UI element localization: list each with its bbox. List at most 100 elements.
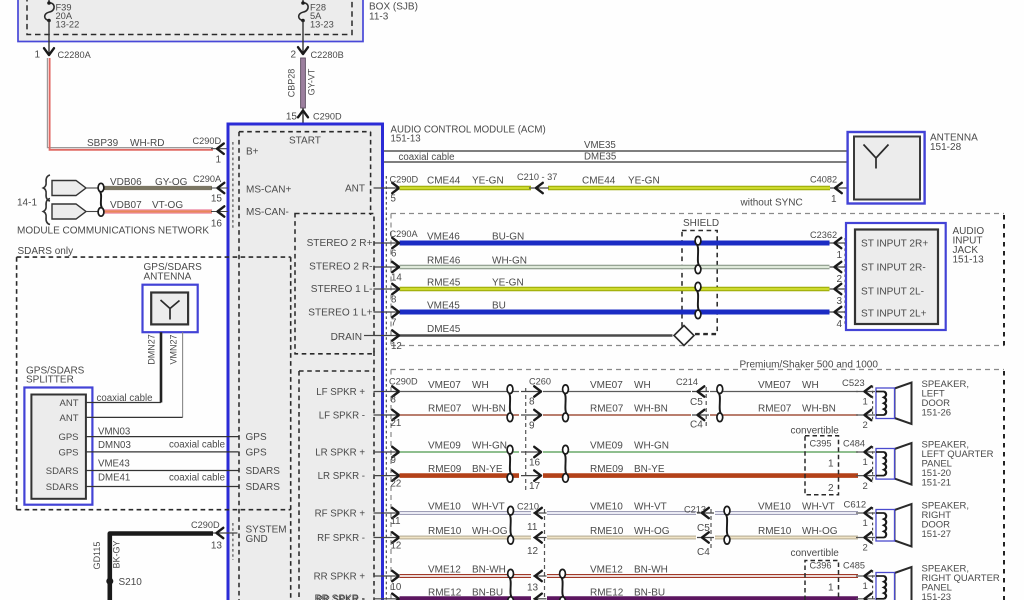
svg-text:VME12: VME12 <box>428 565 461 576</box>
svg-text:12: 12 <box>391 341 402 352</box>
svg-text:12: 12 <box>527 546 539 557</box>
svg-text:RR SPKR -: RR SPKR - <box>314 594 365 600</box>
svg-text:BK-GY: BK-GY <box>112 540 122 568</box>
svg-text:GND: GND <box>246 534 268 545</box>
svg-text:C290A: C290A <box>193 174 222 184</box>
svg-text:1: 1 <box>863 397 868 408</box>
svg-text:11: 11 <box>527 522 538 533</box>
svg-text:C290D: C290D <box>193 136 222 146</box>
svg-text:SDARS: SDARS <box>46 482 79 493</box>
svg-text:151-27: 151-27 <box>922 529 952 540</box>
svg-text:RME07: RME07 <box>590 404 624 415</box>
svg-text:coaxial cable: coaxial cable <box>399 152 455 163</box>
svg-text:C612: C612 <box>844 499 867 510</box>
svg-text:YE-GN: YE-GN <box>472 176 504 187</box>
svg-text:BN-WH: BN-WH <box>472 565 506 576</box>
svg-text:ST INPUT 2R-: ST INPUT 2R- <box>861 263 926 274</box>
svg-text:LF SPKR +: LF SPKR + <box>316 387 365 398</box>
svg-text:coaxial cable: coaxial cable <box>169 440 225 451</box>
svg-text:RME12: RME12 <box>590 587 624 598</box>
svg-text:SDARS: SDARS <box>246 466 281 477</box>
svg-text:151-26: 151-26 <box>922 407 952 418</box>
svg-text:151-13: 151-13 <box>391 133 421 144</box>
svg-text:16: 16 <box>529 458 541 469</box>
svg-text:RME09: RME09 <box>590 464 624 475</box>
svg-text:RME10: RME10 <box>758 526 792 537</box>
svg-text:BN-YE: BN-YE <box>634 464 665 475</box>
svg-text:C5: C5 <box>690 397 703 408</box>
svg-text:21: 21 <box>391 418 402 429</box>
svg-text:11-3: 11-3 <box>369 12 389 23</box>
svg-text:C210 - 37: C210 - 37 <box>517 172 557 182</box>
svg-text:MS-CAN+: MS-CAN+ <box>246 185 291 196</box>
svg-text:WH: WH <box>472 380 489 391</box>
svg-text:without SYNC: without SYNC <box>740 198 803 209</box>
svg-text:2: 2 <box>863 420 868 431</box>
svg-text:coaxial cable: coaxial cable <box>97 393 153 404</box>
svg-text:ST INPUT 2L+: ST INPUT 2L+ <box>861 309 927 320</box>
svg-text:RME10: RME10 <box>428 526 462 537</box>
svg-text:LR SPKR +: LR SPKR + <box>315 448 365 459</box>
svg-text:WH: WH <box>802 380 819 391</box>
svg-text:VME10: VME10 <box>590 502 623 513</box>
svg-text:C4: C4 <box>690 420 703 431</box>
svg-text:C290A: C290A <box>390 229 419 239</box>
svg-text:GPS: GPS <box>246 447 267 458</box>
svg-text:DRAIN: DRAIN <box>331 332 362 343</box>
svg-text:12: 12 <box>391 541 402 552</box>
svg-text:4: 4 <box>837 319 843 330</box>
svg-text:3: 3 <box>837 296 843 307</box>
svg-text:VME43: VME43 <box>98 459 130 470</box>
svg-text:coaxial cable: coaxial cable <box>169 472 225 483</box>
svg-text:C2280A: C2280A <box>58 50 92 60</box>
svg-text:WH-BN: WH-BN <box>472 404 506 415</box>
svg-text:13: 13 <box>527 583 539 594</box>
svg-text:C260: C260 <box>529 377 551 387</box>
svg-text:STEREO 2 R-: STEREO 2 R- <box>309 262 372 273</box>
svg-text:GY-VT: GY-VT <box>307 68 317 95</box>
svg-text:14-1: 14-1 <box>17 198 37 209</box>
svg-text:VMN27: VMN27 <box>169 334 179 364</box>
svg-text:9: 9 <box>529 421 535 432</box>
svg-text:DME35: DME35 <box>584 152 616 163</box>
svg-text:2: 2 <box>290 50 296 61</box>
svg-text:RME09: RME09 <box>428 464 462 475</box>
svg-text:DME45: DME45 <box>427 324 461 335</box>
svg-text:2: 2 <box>863 543 868 554</box>
svg-text:11: 11 <box>391 516 401 527</box>
svg-text:1: 1 <box>863 581 868 592</box>
svg-text:C485: C485 <box>843 561 865 571</box>
svg-text:1: 1 <box>828 583 834 594</box>
svg-text:16: 16 <box>211 219 223 230</box>
svg-text:BN-WH: BN-WH <box>634 565 668 576</box>
svg-text:START: START <box>289 136 321 147</box>
svg-text:RME07: RME07 <box>428 404 462 415</box>
svg-text:15: 15 <box>286 112 298 123</box>
svg-text:C2280B: C2280B <box>311 50 344 60</box>
svg-text:RME12: RME12 <box>428 587 462 598</box>
svg-text:1: 1 <box>828 459 834 470</box>
svg-text:13-22: 13-22 <box>56 20 80 30</box>
svg-text:convertible: convertible <box>791 426 840 437</box>
svg-text:6: 6 <box>391 249 396 260</box>
svg-text:WH-OG: WH-OG <box>634 526 670 537</box>
svg-text:ST INPUT 2L-: ST INPUT 2L- <box>861 287 924 298</box>
svg-text:VME12: VME12 <box>590 565 623 576</box>
svg-text:VME45: VME45 <box>427 301 460 312</box>
svg-text:WH-BN: WH-BN <box>634 404 668 415</box>
svg-text:C290D: C290D <box>191 520 220 530</box>
svg-text:VT-OG: VT-OG <box>152 200 183 211</box>
svg-text:RF SPKR -: RF SPKR - <box>317 533 365 544</box>
svg-text:C2362: C2362 <box>810 230 837 240</box>
svg-text:13: 13 <box>211 541 223 552</box>
svg-text:14: 14 <box>391 273 402 284</box>
svg-text:VME07: VME07 <box>590 380 623 391</box>
svg-text:VME46: VME46 <box>427 232 460 243</box>
svg-text:C4082: C4082 <box>810 175 837 185</box>
svg-text:S210: S210 <box>119 577 143 588</box>
svg-text:WH: WH <box>634 380 651 391</box>
svg-text:VME09: VME09 <box>428 441 461 452</box>
svg-text:RME45: RME45 <box>427 278 461 289</box>
svg-text:BN-BU: BN-BU <box>634 587 665 598</box>
svg-text:BU-GN: BU-GN <box>492 232 524 243</box>
